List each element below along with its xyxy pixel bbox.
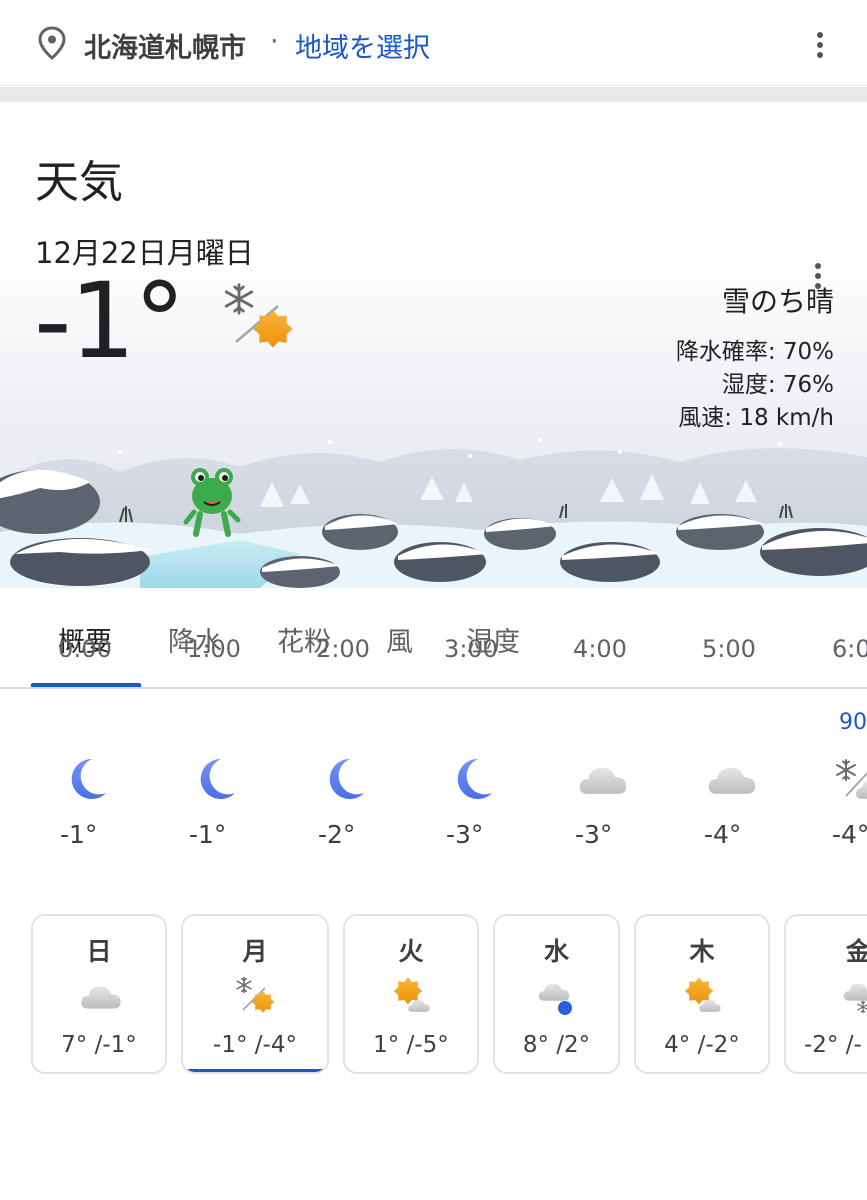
hour-temp: -4° bbox=[832, 820, 867, 849]
day-name: 月 bbox=[242, 937, 268, 966]
location-bar: 北海道札幌市 · 地域を選択 bbox=[0, 0, 867, 86]
moon-icon bbox=[62, 755, 110, 803]
more-options-icon[interactable] bbox=[817, 32, 825, 62]
cloud-snow-icon bbox=[843, 983, 867, 1014]
day-name: 水 bbox=[543, 937, 569, 966]
location-city: 北海道札幌市 bbox=[84, 33, 246, 64]
snow-landscape-illustration bbox=[0, 438, 867, 588]
hourly-forecast: 0:00 -1° 1:00 -1° 2:00 -2° 3:00 -3° 4:00… bbox=[0, 630, 867, 890]
day-temps: 7° /-1° bbox=[61, 1032, 137, 1058]
sun-cloud-icon bbox=[393, 977, 430, 1012]
day-temps: 8° /2° bbox=[522, 1032, 591, 1058]
hour-temp: -2° bbox=[318, 820, 356, 849]
moon-icon bbox=[448, 755, 496, 803]
day-card[interactable]: 水 8° /2° bbox=[493, 914, 620, 1074]
hour-temp: -1° bbox=[189, 820, 227, 849]
weather-hero: 天気 12月22日月曜日 -1° 雪のち晴 降水確率: 70% 湿度: 76% … bbox=[0, 102, 867, 588]
snow-then-sun-icon bbox=[224, 283, 293, 348]
select-region-link[interactable]: 地域を選択 bbox=[295, 26, 430, 65]
cloud-icon bbox=[577, 760, 629, 798]
snow-then-sun-icon bbox=[236, 976, 275, 1013]
hour-time: 4:00 bbox=[573, 635, 627, 663]
day-temps: -2° /- bbox=[804, 1032, 862, 1058]
cloud-rain-icon bbox=[538, 983, 572, 1015]
hour-temp: -4° bbox=[704, 820, 742, 849]
weather-condition: 雪のち晴 bbox=[721, 285, 834, 318]
selected-day-indicator bbox=[186, 1069, 327, 1072]
location-separator: · bbox=[270, 26, 279, 57]
hour-time: 2:00 bbox=[316, 635, 370, 663]
day-temps: -1° /-4° bbox=[213, 1032, 297, 1058]
day-name: 金 bbox=[786, 932, 867, 968]
day-card[interactable]: 日 7° /-1° bbox=[31, 914, 167, 1074]
hour-time: 0:00 bbox=[58, 635, 112, 663]
cloud-icon bbox=[706, 760, 758, 798]
hour-time: 3:00 bbox=[444, 635, 498, 663]
day-name: 火 bbox=[398, 937, 424, 966]
day-card[interactable]: 火 1° /-5° bbox=[343, 914, 479, 1074]
moon-icon bbox=[320, 755, 368, 803]
precip-percent: 90% bbox=[839, 710, 867, 735]
moon-icon bbox=[191, 755, 239, 803]
location-pin-icon bbox=[38, 26, 66, 60]
cloud-icon bbox=[79, 980, 123, 1012]
section-divider bbox=[0, 87, 867, 102]
hour-time: 6:00 bbox=[832, 635, 867, 663]
daily-forecast: 日 7° /-1° 月 -1° /-4° 火 1° /-5° 水 8° /2° … bbox=[0, 914, 867, 1084]
day-temps: 1° /-5° bbox=[373, 1032, 449, 1058]
day-card[interactable]: 木 4° /-2° bbox=[634, 914, 770, 1074]
current-temperature: -1° bbox=[34, 260, 186, 382]
day-name: 木 bbox=[689, 937, 715, 966]
hour-temp: -1° bbox=[60, 820, 98, 849]
hour-time: 5:00 bbox=[702, 635, 756, 663]
day-name: 日 bbox=[86, 937, 112, 966]
snow-cloud-icon bbox=[836, 759, 867, 799]
precip-chance: 降水確率: 70% bbox=[675, 339, 834, 365]
hour-temp: -3° bbox=[575, 820, 613, 849]
day-temps: 4° /-2° bbox=[664, 1032, 740, 1058]
day-card-selected[interactable]: 月 -1° /-4° bbox=[181, 914, 329, 1074]
sun-cloud-icon bbox=[684, 977, 721, 1012]
hour-temp: -3° bbox=[446, 820, 484, 849]
day-card[interactable]: 金 -2° /- bbox=[784, 914, 867, 1074]
weather-title: 天気 bbox=[35, 157, 123, 208]
hour-time: 1:00 bbox=[187, 635, 241, 663]
humidity: 湿度: 76% bbox=[721, 372, 834, 398]
